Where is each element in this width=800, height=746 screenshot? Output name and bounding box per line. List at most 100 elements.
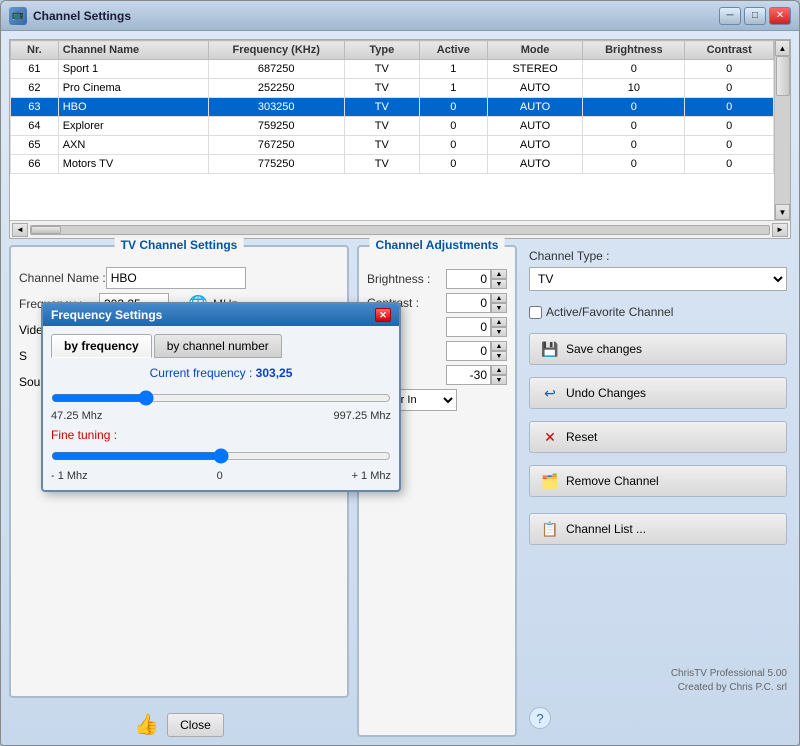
- remove-icon: 🗂️: [540, 471, 560, 491]
- remove-label: Remove Channel: [566, 474, 659, 488]
- contrast-up[interactable]: ▲: [491, 293, 507, 303]
- minimize-button[interactable]: ─: [719, 7, 741, 25]
- adj-down-4[interactable]: ▼: [491, 351, 507, 361]
- scroll-thumb[interactable]: [776, 56, 790, 96]
- vertical-scrollbar[interactable]: ▲ ▼: [774, 40, 790, 220]
- active-favorite-checkbox[interactable]: [529, 306, 542, 319]
- tv-channel-settings: TV Channel Settings Channel Name : Frequ…: [9, 245, 349, 698]
- horizontal-scrollbar[interactable]: ◄ ►: [10, 220, 790, 238]
- close-dialog-button[interactable]: Close: [167, 713, 224, 737]
- scroll-up-arrow[interactable]: ▲: [775, 40, 790, 56]
- brightness-input[interactable]: [446, 269, 491, 289]
- main-window: 📺 Channel Settings ─ □ ✕ Nr. Channel Nam…: [0, 0, 800, 746]
- help-button[interactable]: ?: [529, 707, 551, 729]
- reset-icon: ✕: [540, 427, 560, 447]
- hscroll-right-arrow[interactable]: ►: [772, 223, 788, 237]
- fine-min-label: - 1 Mhz: [51, 470, 88, 482]
- window-title: Channel Settings: [33, 9, 131, 23]
- fine-tuning-label: Fine tuning :: [51, 428, 391, 442]
- brightness-up[interactable]: ▲: [491, 269, 507, 279]
- fine-tuning-section: Fine tuning : - 1 Mhz 0 + 1 Mhz: [51, 428, 391, 482]
- contrast-down[interactable]: ▼: [491, 303, 507, 313]
- hscroll-track[interactable]: [30, 225, 770, 235]
- maximize-button[interactable]: □: [744, 7, 766, 25]
- brightness-label: Brightness :: [367, 272, 430, 286]
- channel-adjustments-title: Channel Adjustments: [370, 238, 505, 252]
- tv-channel-settings-title: TV Channel Settings: [115, 238, 244, 252]
- save-label: Save changes: [566, 342, 642, 356]
- scroll-down-arrow[interactable]: ▼: [775, 204, 790, 220]
- table-row[interactable]: 65AXN767250TV0AUTO00: [11, 136, 774, 155]
- channel-list-label: Channel List ...: [566, 522, 646, 536]
- channel-type-section: Channel Type : TV Radio Data: [529, 249, 787, 291]
- close-row: 👍 Close: [9, 712, 349, 737]
- adj-down-3[interactable]: ▼: [491, 327, 507, 337]
- undo-changes-button[interactable]: ↩ Undo Changes: [529, 377, 787, 409]
- tab-by-channel-number[interactable]: by channel number: [154, 334, 282, 358]
- freq-range-labels: 47.25 Mhz 997.25 Mhz: [51, 410, 391, 422]
- freq-dialog-content: by frequency by channel number Current f…: [43, 326, 399, 490]
- channel-name-label: Channel Name :: [19, 271, 106, 285]
- close-button-label: Close: [180, 718, 211, 732]
- channel-type-select[interactable]: TV Radio Data: [529, 267, 787, 291]
- title-bar-buttons: ─ □ ✕: [719, 7, 791, 25]
- channel-table: Nr. Channel Name Frequency (KHz) Type Ac…: [10, 40, 774, 174]
- fine-max-label: + 1 Mhz: [352, 470, 391, 482]
- channel-type-label: Channel Type :: [529, 249, 787, 263]
- active-favorite-label: Active/Favorite Channel: [546, 305, 673, 319]
- channel-table-container: Nr. Channel Name Frequency (KHz) Type Ac…: [9, 39, 791, 239]
- frequency-settings-dialog: Frequency Settings ✕ by frequency by cha…: [41, 302, 401, 492]
- undo-icon: ↩: [540, 383, 560, 403]
- contrast-input[interactable]: [446, 293, 491, 313]
- col-header-brightness: Brightness: [583, 41, 685, 60]
- channel-list-button[interactable]: 📋 Channel List ...: [529, 513, 787, 545]
- adj-up-4[interactable]: ▲: [491, 341, 507, 351]
- adj-down-5[interactable]: ▼: [491, 375, 507, 385]
- footer-text: ChrisTV Professional 5.00 Created by Chr…: [529, 667, 787, 695]
- col-header-contrast: Contrast: [685, 41, 774, 60]
- adj-input-5[interactable]: [446, 365, 491, 385]
- brightness-down[interactable]: ▼: [491, 279, 507, 289]
- tab-by-frequency[interactable]: by frequency: [51, 334, 152, 358]
- freq-dialog-title-bar: Frequency Settings ✕: [43, 304, 399, 326]
- table-row[interactable]: 63HBO303250TV0AUTO00: [11, 98, 774, 117]
- freq-max-label: 997.25 Mhz: [334, 410, 391, 422]
- adj-up-5[interactable]: ▲: [491, 365, 507, 375]
- title-bar: 📺 Channel Settings ─ □ ✕: [1, 1, 799, 31]
- fine-mid-label: 0: [217, 470, 223, 482]
- adj-up-3[interactable]: ▲: [491, 317, 507, 327]
- channel-list-icon: 📋: [540, 519, 560, 539]
- save-changes-button[interactable]: 💾 Save changes: [529, 333, 787, 365]
- col-header-name: Channel Name: [58, 41, 208, 60]
- main-content: Nr. Channel Name Frequency (KHz) Type Ac…: [1, 31, 799, 745]
- freq-tab-row: by frequency by channel number: [51, 334, 391, 358]
- table-row[interactable]: 64Explorer759250TV0AUTO00: [11, 117, 774, 136]
- close-thumb-icon: 👍: [134, 712, 159, 737]
- channel-name-input[interactable]: [106, 267, 246, 289]
- hscroll-left-arrow[interactable]: ◄: [12, 223, 28, 237]
- adj-input-4[interactable]: [446, 341, 491, 361]
- col-header-freq: Frequency (KHz): [208, 41, 344, 60]
- frequency-slider[interactable]: [51, 390, 391, 406]
- adj-input-3[interactable]: [446, 317, 491, 337]
- left-panel: TV Channel Settings Channel Name : Frequ…: [9, 245, 349, 737]
- close-button[interactable]: ✕: [769, 7, 791, 25]
- right-panel: Channel Type : TV Radio Data Active/Favo…: [525, 245, 791, 737]
- table-row[interactable]: 62Pro Cinema252250TV1AUTO100: [11, 79, 774, 98]
- active-favorite-row: Active/Favorite Channel: [529, 305, 787, 319]
- remove-channel-button[interactable]: 🗂️ Remove Channel: [529, 465, 787, 497]
- window-icon: 📺: [9, 7, 27, 25]
- footer-line2: Created by Chris P.C. srl: [529, 681, 787, 695]
- col-header-nr: Nr.: [11, 41, 59, 60]
- reset-label: Reset: [566, 430, 597, 444]
- footer-line1: ChrisTV Professional 5.00: [529, 667, 787, 681]
- freq-dialog-close[interactable]: ✕: [375, 308, 391, 322]
- hscroll-thumb[interactable]: [31, 226, 61, 234]
- fine-tuning-slider[interactable]: [51, 448, 391, 464]
- col-header-type: Type: [344, 41, 419, 60]
- table-row[interactable]: 61Sport 1687250TV1STEREO00: [11, 60, 774, 79]
- scroll-track[interactable]: [775, 56, 790, 204]
- table-row[interactable]: 66Motors TV775250TV0AUTO00: [11, 155, 774, 174]
- col-header-mode: Mode: [487, 41, 582, 60]
- reset-button[interactable]: ✕ Reset: [529, 421, 787, 453]
